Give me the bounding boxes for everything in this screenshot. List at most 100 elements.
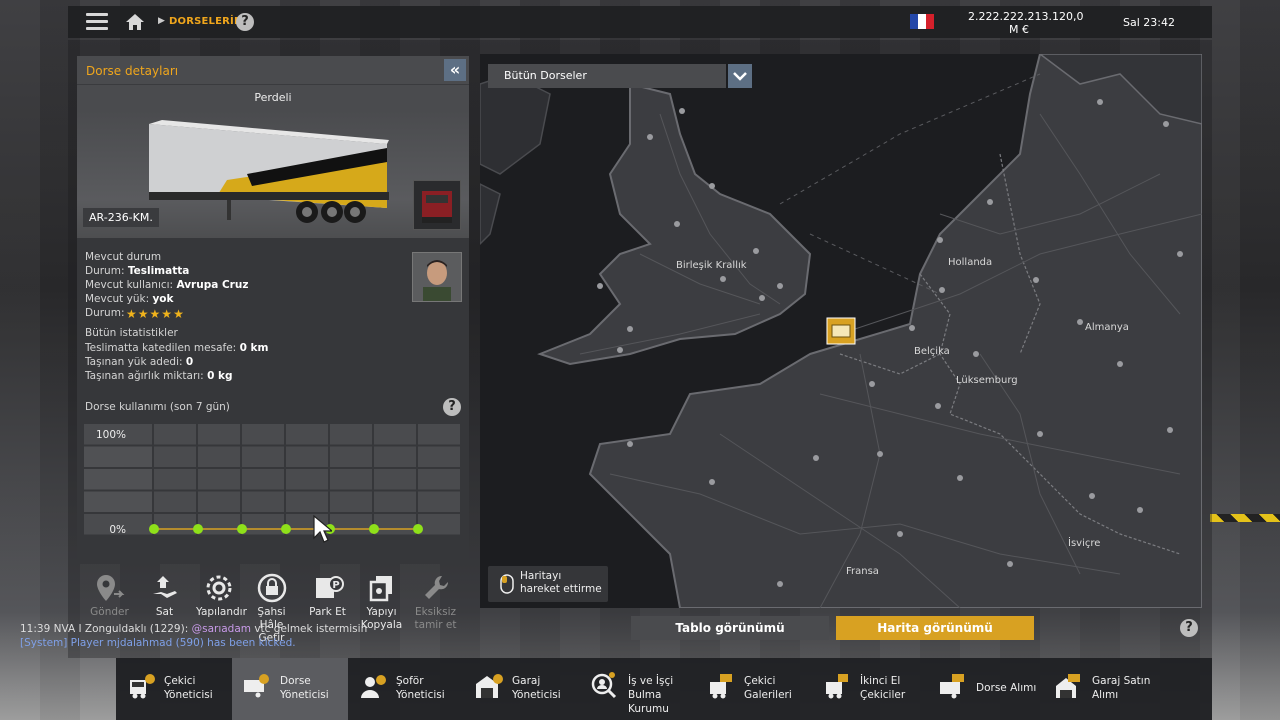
chat-user: NVA I Zonguldaklı (1229): [53, 623, 189, 635]
weight-value: 0 kg [207, 370, 233, 382]
map-view-button[interactable]: Harita görünümü [836, 616, 1034, 640]
svg-text:P: P [332, 580, 339, 591]
chart-grid-cell [418, 469, 460, 490]
chevron-right-icon: ▶ [158, 16, 165, 26]
nav-label: Dorse Yöneticisi [280, 674, 329, 702]
menu-icon[interactable] [86, 13, 108, 31]
cog-icon [206, 575, 231, 601]
nav-label: Çekici Yöneticisi [164, 674, 213, 702]
nav-garage-buy[interactable]: Garaj Satın Alımı [1044, 658, 1160, 720]
map-move-hint-text: Haritayı hareket ettirme [520, 570, 602, 595]
chart-grid-cell [330, 446, 372, 467]
loads-label: Taşınan yük adedi: [85, 356, 183, 368]
nav-label-line1: Garaj [512, 675, 541, 687]
nav-label-line2: Yöneticisi [512, 689, 561, 701]
home-icon[interactable] [125, 13, 145, 31]
top-bar: ▶ DORSELERİM ? 2.222.222.213.120,0 M € S… [68, 6, 1212, 38]
trailer-buy-icon [940, 674, 964, 699]
copy-icon [369, 576, 392, 602]
avatar[interactable] [412, 252, 462, 302]
money-unit: M € [1009, 23, 1029, 36]
star-icon: ★ [173, 307, 185, 321]
cargo-value: yok [152, 293, 174, 305]
chart-grid-cell [242, 446, 284, 467]
star-icon: ★ [126, 307, 138, 321]
cargo-row: Mevcut yük: yok [85, 293, 174, 305]
chart-grid-cell [198, 514, 240, 535]
panel-title: Dorse detayları [86, 64, 179, 78]
bottom-navigation: Çekici Yöneticisi Dorse Yöneticisi Şoför Yöne… [116, 658, 1212, 720]
nav-garage-manager[interactable]: Garaj Yöneticisi [464, 658, 580, 720]
trailer-type: Perdeli [77, 84, 469, 111]
flag-icon [910, 14, 934, 29]
nav-label: İkinci El Çekiciler [860, 674, 905, 702]
chart-grid-cell [330, 491, 372, 512]
driver-portrait [413, 253, 461, 301]
europe-map[interactable]: Birleşik Krallık Hollanda Almanya Belçik… [480, 54, 1202, 608]
map-move-hint: Haritayı hareket ettirme [488, 566, 608, 602]
nav-label-line2: Yöneticisi [164, 689, 213, 701]
chart-label-cell [84, 446, 152, 467]
dropdown-toggle[interactable] [728, 64, 752, 88]
nav-truck-manager[interactable]: Çekici Yöneticisi [116, 658, 232, 720]
status-row: Durum: Teslimatta [85, 265, 189, 277]
table-view-button[interactable]: Tablo görünümü [631, 616, 829, 640]
help-icon[interactable]: ? [236, 13, 254, 31]
nav-job-agency[interactable]: İş ve İşçi Bulma Kurumu [580, 658, 696, 720]
nav-label-line1: Dorse Alımı [976, 682, 1037, 694]
assigned-truck-thumbnail[interactable] [413, 180, 461, 230]
status-label: Durum: [85, 265, 125, 277]
chart-label-cell [84, 469, 152, 490]
chart-grid-cell [374, 514, 416, 535]
driver-manager-icon [361, 675, 386, 698]
trailer-manager-icon [244, 674, 269, 698]
usage-point [149, 524, 159, 534]
chart-grid-cell [154, 514, 196, 535]
loads-row: Taşınan yük adedi: 0 [85, 356, 193, 368]
condition-stars: ★★★★★ [126, 307, 185, 321]
nav-label: Şoför Yöneticisi [396, 674, 445, 702]
usage-title: Dorse kullanımı (son 7 gün) [85, 401, 230, 413]
chat-time: 11:39 [20, 623, 51, 635]
usage-point [369, 524, 379, 534]
map-label-luxembourg: Lüksemburg [956, 375, 1018, 386]
chart-grid-cell [374, 469, 416, 490]
full-repair-button[interactable]: Eksiksiz tamir et [413, 566, 458, 632]
chat-log: 11:39 NVA I Zonguldaklı (1229): @sarıada… [20, 622, 367, 650]
map-label-switzerland: İsviçre [1068, 538, 1101, 549]
stats-section-title: Bütün istatistikler [85, 327, 178, 339]
nav-label-line1: İkinci El [860, 675, 901, 687]
nav-driver-manager[interactable]: Şoför Yöneticisi [348, 658, 464, 720]
money-amount: 2.222.222.213.120,0 [968, 10, 1084, 23]
license-plate: AR-236-KM. [83, 208, 159, 227]
nav-used-truck[interactable]: İkinci El Çekiciler [812, 658, 928, 720]
park-label: Park Et [309, 606, 346, 618]
collapse-panel-button[interactable]: « [444, 59, 466, 81]
nav-label: Dorse Alımı [976, 681, 1036, 695]
trailer-location-marker[interactable] [826, 317, 856, 345]
nav-trailer-manager[interactable]: Dorse Yöneticisi [232, 658, 348, 720]
nav-label-line1: Çekici [744, 675, 776, 687]
nav-label: Çekici Galerileri [744, 674, 792, 702]
chart-label-cell [84, 491, 152, 512]
chart-grid-cell [198, 491, 240, 512]
breadcrumb[interactable]: DORSELERİM [169, 16, 244, 27]
usage-help-icon[interactable]: ? [443, 398, 461, 416]
chart-grid-cell [330, 424, 372, 445]
map-help-icon[interactable]: ? [1180, 619, 1198, 637]
usage-point [413, 524, 423, 534]
trailer-filter-dropdown[interactable]: Bütün Dorseler [488, 64, 726, 88]
nav-truck-dealer[interactable]: Çekici Galerileri [696, 658, 812, 720]
nav-label: Garaj Satın Alımı [1092, 674, 1150, 702]
chart-grid-cell [374, 446, 416, 467]
clock: Sal 23:42 [1123, 16, 1175, 29]
chart-grid-cell [242, 491, 284, 512]
usage-chart: 100% 0% [84, 424, 460, 536]
chart-grid-cell [418, 514, 460, 535]
send-label: Gönder [90, 606, 129, 618]
chart-grid-cell [154, 446, 196, 467]
nav-trailer-buy[interactable]: Dorse Alımı [928, 658, 1044, 720]
chart-grid-cell [286, 469, 328, 490]
chart-grid-cell [286, 491, 328, 512]
nav-label-line1: Şoför [396, 675, 424, 687]
